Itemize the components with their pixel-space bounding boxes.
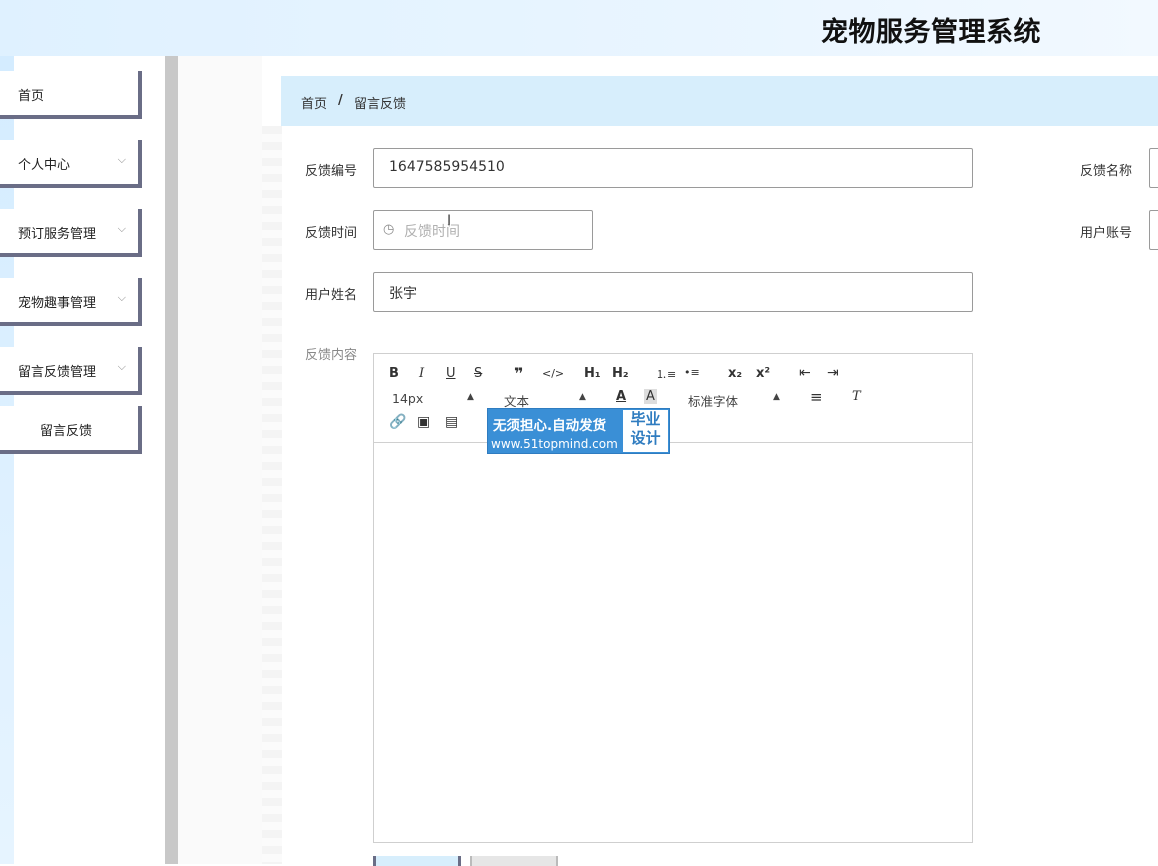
sidebar-item-label: 个人中心 [18,158,71,173]
sidebar-item-feedback[interactable]: 留言反馈 [0,406,142,454]
sidebar-item-label: 首页 [18,89,45,104]
watermark-badge: 毕业 设计 [623,410,668,452]
text-cursor-icon: I [447,213,452,229]
watermark-badge-bottom: 设计 [630,429,661,447]
font-family-select[interactable]: 标准字体 ▲ [688,391,783,410]
sidebar-scrollbar[interactable] [165,56,178,864]
chevron-down-icon: ⌵ [117,153,126,166]
user-name-label: 用户姓名 [305,288,358,303]
image-icon[interactable]: ▣ [417,414,430,430]
link-icon[interactable]: 🔗 [389,414,406,430]
rich-text-editor: B I U S ❞ </> H₁ H₂ ⒈≡ •≡ x₂ x² ⇤ ⇥ 14px… [373,353,973,843]
underline-icon[interactable]: U [446,366,456,381]
bold-icon[interactable]: B [389,366,399,381]
font-color-icon[interactable]: A [616,389,626,404]
chevron-down-icon: ⌵ [117,360,126,373]
background-color-icon[interactable]: A [644,389,657,404]
header: 宠物服务管理系统 [0,0,1158,56]
cancel-button[interactable] [470,856,558,866]
font-size-value: 14px [392,391,424,406]
sidebar-item-label: 宠物趣事管理 [18,296,97,311]
user-name-value: 张宇 [389,286,417,302]
gap-area [178,56,262,864]
feedback-time-label: 反馈时间 [305,226,358,241]
breadcrumb-current: 留言反馈 [354,97,407,112]
select-arrows-icon: ▲ [579,392,586,402]
feedback-no-value: 1647585954510 [389,159,505,175]
block-type-value: 文本 [504,394,530,409]
select-arrows-icon: ▲ [773,392,780,402]
breadcrumb-home[interactable]: 首页 [301,93,327,112]
content-edge-decor [262,126,282,864]
sidebar-item-home[interactable]: 首页 [0,71,142,119]
user-account-label: 用户账号 [1080,226,1133,241]
chevron-down-icon: ⌵ [117,291,126,304]
subscript-icon[interactable]: x₂ [728,366,742,381]
quote-icon[interactable]: ❞ [514,364,523,383]
outdent-icon[interactable]: ⇤ [799,365,811,381]
feedback-content-label: 反馈内容 [305,348,358,363]
clock-icon: ◷ [383,222,395,237]
sidebar-item-booking-service[interactable]: 预订服务管理 ⌵ [0,209,142,257]
feedback-time-picker[interactable]: ◷ 反馈时间 [373,210,593,250]
breadcrumb-separator: / [338,93,343,108]
feedback-name-label: 反馈名称 [1080,164,1133,179]
italic-icon[interactable]: I [419,366,424,381]
editor-content-area[interactable] [374,444,972,842]
sidebar-item-feedback-management[interactable]: 留言反馈管理 ⌵ [0,347,142,395]
feedback-time-placeholder: 反馈时间 [404,224,460,240]
h1-icon[interactable]: H₁ [584,366,601,381]
sidebar-item-pet-stories[interactable]: 宠物趣事管理 ⌵ [0,278,142,326]
ordered-list-icon[interactable]: ⒈≡ [656,366,676,382]
feedback-no-input[interactable]: 1647585954510 [373,148,973,188]
toolbar-divider [374,442,972,443]
submit-button[interactable] [373,856,461,866]
feedback-no-label: 反馈编号 [305,164,358,179]
strike-icon[interactable]: S [474,366,482,381]
watermark-logo: 无须担心.自动发货 www.51topmind.com 毕业 设计 [487,408,670,454]
select-arrows-icon: ▲ [467,392,474,402]
sidebar-item-personal-center[interactable]: 个人中心 ⌵ [0,140,142,188]
indent-icon[interactable]: ⇥ [827,365,839,381]
superscript-icon[interactable]: x² [756,366,770,381]
watermark-badge-top: 毕业 [630,410,661,428]
watermark-text-line2: www.51topmind.com [491,437,618,451]
font-family-value: 标准字体 [688,394,739,409]
breadcrumb: 首页 / 留言反馈 [281,76,1158,126]
watermark-text-line1: 无须担心.自动发货 [493,418,607,434]
sidebar: 首页 个人中心 ⌵ 预订服务管理 ⌵ 宠物趣事管理 ⌵ 留言反馈管理 ⌵ 留言反… [0,56,150,864]
sidebar-item-label: 留言反馈管理 [18,365,97,380]
chevron-down-icon: ⌵ [117,222,126,235]
user-account-input[interactable] [1149,210,1158,250]
clear-format-icon[interactable]: T [852,389,861,404]
align-icon[interactable]: ≡ [810,388,823,406]
site-title: 宠物服务管理系统 [821,17,1041,48]
video-icon[interactable]: ▤ [445,414,458,430]
sidebar-item-label: 预订服务管理 [18,227,97,242]
code-icon[interactable]: </> [542,367,564,380]
font-size-select[interactable]: 14px ▲ [392,391,474,406]
h2-icon[interactable]: H₂ [612,366,629,381]
sidebar-item-label: 留言反馈 [40,424,93,439]
bullet-list-icon[interactable]: •≡ [684,366,700,379]
feedback-name-input[interactable] [1149,148,1158,188]
user-name-input[interactable]: 张宇 [373,272,973,312]
